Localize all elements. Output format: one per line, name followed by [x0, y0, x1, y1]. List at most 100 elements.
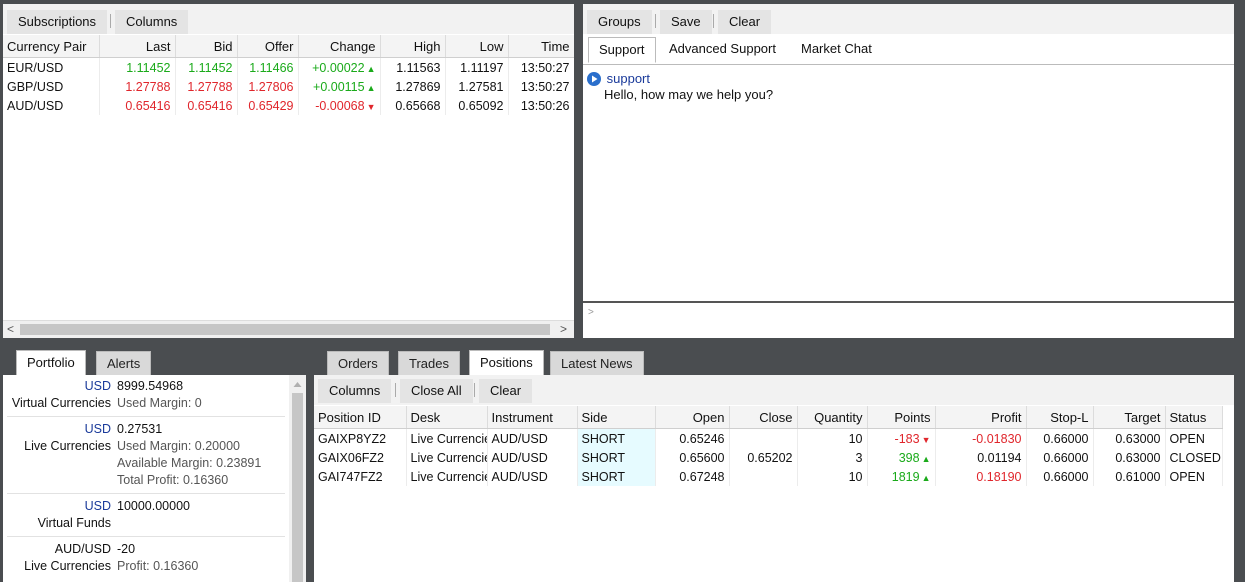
portfolio-currency: AUD/USD [54, 542, 111, 556]
tab-trades[interactable]: Trades [398, 351, 460, 376]
tab-positions[interactable]: Positions [469, 350, 544, 376]
groups-button[interactable]: Groups [587, 10, 652, 34]
quote-last: 0.65416 [99, 96, 176, 115]
position-points: -183 [894, 431, 920, 446]
quote-time: 13:50:26 [508, 96, 574, 115]
portfolio-entry: AUD/USD -20 Live Currencies Profit: 0.16… [3, 538, 289, 580]
col-header-desk[interactable]: Desk [406, 406, 488, 429]
col-header-bid[interactable]: Bid [175, 35, 238, 58]
portfolio-currency: USD [84, 422, 111, 436]
tab-orders[interactable]: Orders [327, 351, 389, 376]
quote-high: 1.11563 [380, 57, 446, 77]
col-header-low[interactable]: Low [445, 35, 509, 58]
subscriptions-button[interactable]: Subscriptions [7, 10, 108, 34]
position-stop-loss: 0.66000 [1026, 428, 1094, 448]
scroll-left-icon[interactable]: < [7, 321, 14, 338]
position-target: 0.63000 [1093, 448, 1166, 467]
quote-last: 1.27788 [99, 77, 176, 96]
chat-panel: Groups Save Clear Support Advanced Suppo… [583, 4, 1234, 338]
portfolio-entry: USD 10000.00000 Virtual Funds [3, 495, 289, 535]
tab-latest-news[interactable]: Latest News [550, 351, 644, 376]
tab-portfolio[interactable]: Portfolio [16, 350, 86, 376]
position-points-cell: 1819 ▲ [867, 467, 936, 486]
close-all-button[interactable]: Close All [400, 379, 473, 403]
position-quantity: 10 [797, 428, 868, 448]
quote-bid[interactable]: 1.27788 [175, 77, 238, 96]
position-desk: Live Currencies [406, 467, 488, 486]
quotes-toolbar: Subscriptions Columns [3, 4, 574, 34]
chat-tab-bar: Support Advanced Support Market Chat [583, 34, 1234, 65]
col-header-profit[interactable]: Profit [935, 406, 1027, 429]
col-header-side[interactable]: Side [577, 406, 656, 429]
portfolio-account-name: Virtual Funds [37, 516, 111, 530]
col-header-change[interactable]: Change [298, 35, 381, 58]
left-tab-bar: Portfolio Alerts [3, 347, 307, 376]
quote-low: 1.27581 [445, 77, 509, 96]
quote-bid[interactable]: 1.11452 [175, 57, 238, 77]
scroll-right-icon[interactable]: > [560, 321, 567, 338]
col-header-time[interactable]: Time [508, 35, 574, 58]
toolbar-separator [713, 14, 714, 28]
col-header-open[interactable]: Open [655, 406, 730, 429]
position-stop-loss: 0.66000 [1026, 467, 1094, 486]
portfolio-vertical-scrollbar[interactable] [289, 375, 306, 582]
col-header-status[interactable]: Status [1165, 406, 1223, 429]
quote-row[interactable]: AUD/USD 0.65416 0.65416 0.65429 -0.00068… [3, 96, 574, 115]
positions-panel: Columns Close All Clear Position ID Desk… [314, 375, 1234, 582]
col-header-points[interactable]: Points [867, 406, 936, 429]
portfolio-currency: USD [84, 499, 111, 513]
col-header-quantity[interactable]: Quantity [797, 406, 868, 429]
tab-alerts[interactable]: Alerts [96, 351, 152, 376]
chat-input[interactable]: > [583, 301, 1234, 338]
quote-row[interactable]: GBP/USD 1.27788 1.27788 1.27806 +0.00115… [3, 77, 574, 96]
quote-offer[interactable]: 1.11466 [237, 57, 299, 77]
scroll-up-icon[interactable] [289, 377, 306, 391]
save-button[interactable]: Save [660, 10, 712, 34]
portfolio-detail: Used Margin: 0.20000 [117, 439, 240, 453]
position-status: CLOSED [1165, 448, 1223, 467]
columns-button[interactable]: Columns [115, 10, 189, 34]
position-row[interactable]: GAI747FZ2 Live Currencies AUD/USD SHORT … [314, 467, 1223, 486]
quote-change: +0.00022 [312, 60, 365, 75]
chat-sender-name: support [606, 71, 650, 87]
quote-pair: EUR/USD [3, 57, 100, 77]
quote-change-cell: -0.00068 ▼ [298, 96, 381, 115]
scrollbar-thumb[interactable] [20, 324, 550, 335]
quotes-table: Currency Pair Last Bid Offer Change High… [3, 35, 574, 115]
position-id: GAIXP8YZ2 [314, 428, 407, 448]
quote-last: 1.11452 [99, 57, 176, 77]
position-points: 1819 [891, 469, 920, 484]
col-header-offer[interactable]: Offer [237, 35, 299, 58]
position-stop-loss: 0.66000 [1026, 448, 1094, 467]
quote-bid[interactable]: 0.65416 [175, 96, 238, 115]
arrow-up-icon: ▲ [921, 453, 931, 464]
col-header-target[interactable]: Target [1093, 406, 1166, 429]
quote-row[interactable]: EUR/USD 1.11452 1.11452 1.11466 +0.00022… [3, 57, 574, 77]
scrollbar-thumb[interactable] [292, 393, 303, 582]
col-header-last[interactable]: Last [99, 35, 176, 58]
quote-pair: GBP/USD [3, 77, 100, 96]
portfolio-account-name: Virtual Currencies [11, 396, 111, 410]
col-header-high[interactable]: High [380, 35, 446, 58]
quotes-horizontal-scrollbar[interactable]: < > [3, 320, 574, 338]
chat-toolbar: Groups Save Clear [583, 4, 1234, 34]
tab-market-chat[interactable]: Market Chat [791, 37, 882, 61]
portfolio-divider [7, 416, 285, 417]
position-open: 0.65600 [655, 448, 730, 467]
col-header-currency-pair[interactable]: Currency Pair [3, 35, 100, 58]
clear-button[interactable]: Clear [718, 10, 772, 34]
columns-button[interactable]: Columns [318, 379, 392, 403]
portfolio-value: 0.27531 [117, 422, 163, 436]
clear-button[interactable]: Clear [479, 379, 533, 403]
tab-advanced-support[interactable]: Advanced Support [659, 37, 786, 61]
position-row[interactable]: GAIX06FZ2 Live Currencies AUD/USD SHORT … [314, 448, 1223, 467]
position-row[interactable]: GAIXP8YZ2 Live Currencies AUD/USD SHORT … [314, 428, 1223, 448]
tab-support[interactable]: Support [588, 37, 656, 63]
quote-offer[interactable]: 0.65429 [237, 96, 299, 115]
quote-offer[interactable]: 1.27806 [237, 77, 299, 96]
col-header-instrument[interactable]: Instrument [487, 406, 578, 429]
col-header-position-id[interactable]: Position ID [314, 406, 407, 429]
chat-sender-row: support [587, 70, 650, 86]
col-header-stop-loss[interactable]: Stop-L [1026, 406, 1094, 429]
col-header-close[interactable]: Close [729, 406, 798, 429]
